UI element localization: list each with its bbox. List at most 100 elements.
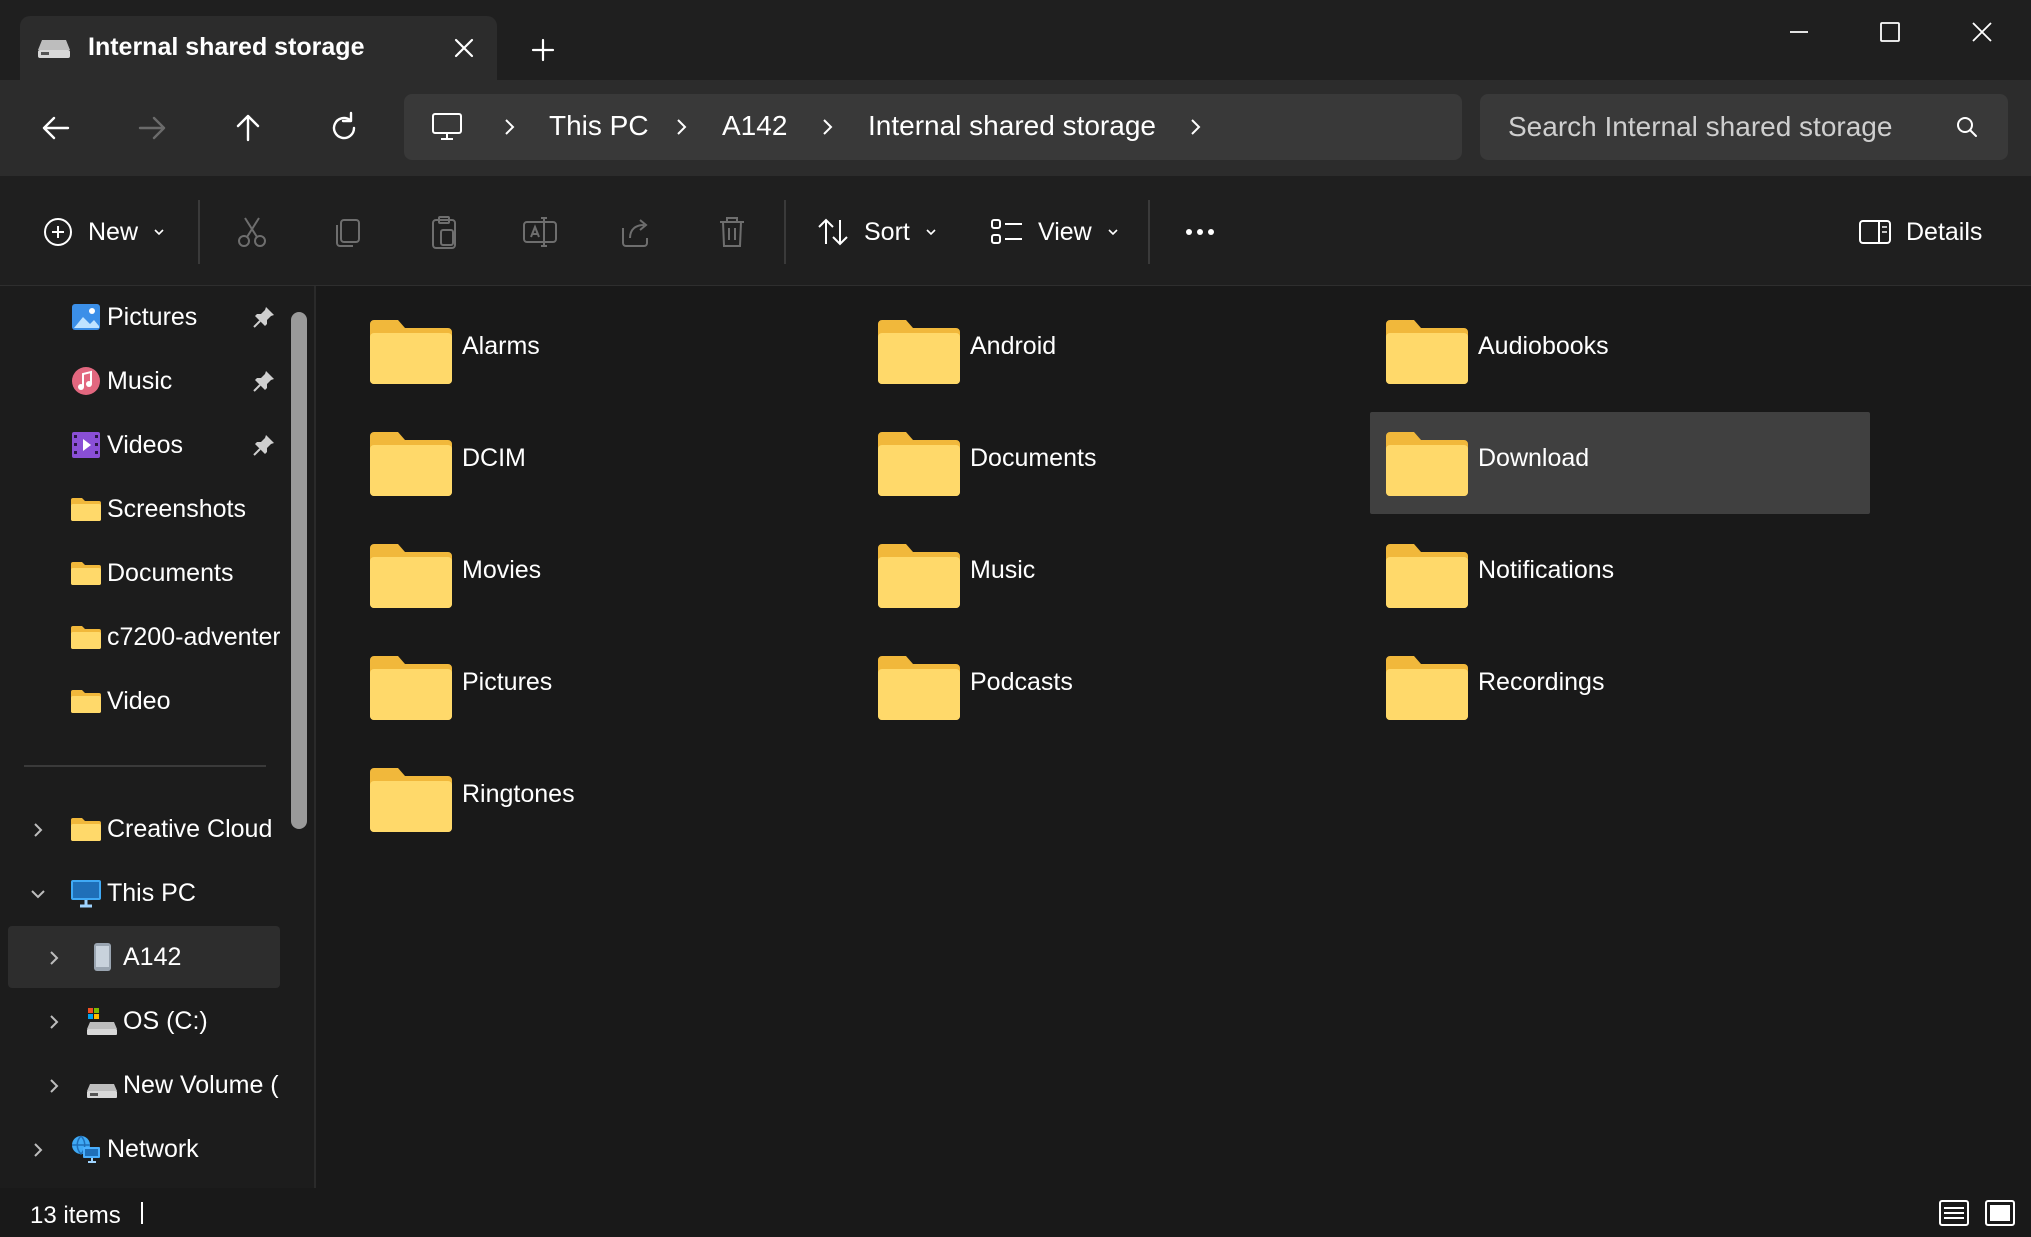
sidebar-item-label: This PC [107,879,196,907]
tiles-view-icon[interactable] [1984,1198,2016,1228]
pin-icon[interactable] [252,433,276,457]
close-tab-icon[interactable] [448,32,480,64]
details-pane-icon [1859,220,1891,244]
folder-item[interactable]: Download [1370,412,1870,514]
sidebar-item-label: Pictures [107,303,198,331]
sidebar-scrollbar[interactable] [291,312,307,1114]
maximize-icon[interactable] [1864,12,1916,52]
search-icon[interactable] [1954,114,1980,140]
chevron-right-icon[interactable] [1184,116,1206,138]
back-arrow-icon[interactable] [30,102,82,154]
scrollbar-thumb[interactable] [291,312,307,829]
folder-icon [370,544,452,608]
folder-item[interactable]: Notifications [1370,524,1870,626]
view-button[interactable]: View [990,204,1120,260]
search-box[interactable] [1480,94,2008,160]
sidebar-item-documents[interactable]: Documents [8,542,280,604]
sidebar-item-a142[interactable]: A142 [8,926,280,988]
sidebar-item-creative-cloud[interactable]: Creative Cloud F [8,798,280,860]
folder-name: DCIM [462,444,526,472]
folder-item[interactable]: Ringtones [354,748,854,850]
pin-icon[interactable] [252,305,276,329]
sidebar-item-label: Network [107,1135,199,1163]
chevron-right-icon[interactable] [28,1140,48,1160]
sidebar-item-os-c[interactable]: OS (C:) [8,990,280,1052]
folder-item[interactable]: Audiobooks [1370,300,1870,402]
cut-icon[interactable] [232,212,272,252]
computer-icon [432,113,462,140]
folder-icon [1386,544,1468,608]
up-arrow-icon[interactable] [222,102,274,154]
folder-name: Pictures [462,668,553,696]
rename-icon[interactable] [520,212,560,252]
chevron-right-icon[interactable] [498,116,520,138]
divider [24,765,266,767]
folder-name: Audiobooks [1478,332,1609,360]
details-label: Details [1906,217,1983,246]
tab-internal-shared-storage[interactable]: Internal shared storage [20,16,497,80]
sidebar-item-this-pc[interactable]: This PC [8,862,280,924]
new-tab-icon[interactable] [523,30,563,70]
forward-arrow-icon[interactable] [126,102,178,154]
minimize-icon[interactable] [1773,12,1825,52]
folder-item[interactable]: DCIM [354,412,854,514]
sidebar-item-c7200-adventerp[interactable]: c7200-adventerp [8,606,280,668]
address-bar[interactable]: This PC A142 Internal shared storage [404,94,1462,160]
folder-item[interactable]: Music [862,524,1362,626]
sort-button[interactable]: Sort [816,204,938,260]
pin-icon[interactable] [252,369,276,393]
breadcrumb-this-pc[interactable]: This PC [549,110,649,142]
sidebar-item-music[interactable]: Music [8,350,280,412]
folder-icon [370,768,452,832]
copy-icon[interactable] [328,212,368,252]
sidebar-item-screenshots[interactable]: Screenshots [8,478,280,540]
new-button[interactable]: New [42,204,166,260]
folder-icon [1386,432,1468,496]
folder-name: Recordings [1478,668,1605,696]
folder-name: Movies [462,556,542,584]
sidebar-item-video[interactable]: Video [8,670,280,732]
refresh-icon[interactable] [318,102,370,154]
folder-icon [878,432,960,496]
delete-icon[interactable] [712,212,752,252]
folder-name: Alarms [462,332,540,360]
chevron-down-icon[interactable] [28,884,48,904]
chevron-right-icon[interactable] [28,820,48,840]
share-icon[interactable] [616,212,656,252]
folder-icon [71,626,101,649]
item-count: 13 items [30,1202,121,1229]
folder-item[interactable]: Recordings [1370,636,1870,738]
more-options-icon[interactable] [1180,212,1220,252]
sidebar-item-network[interactable]: Network [8,1118,280,1180]
breadcrumb-internal-shared-storage[interactable]: Internal shared storage [868,110,1156,142]
folder-icon [71,498,101,521]
chevron-down-icon [1108,229,1118,236]
details-button[interactable]: Details [1858,204,1982,260]
details-view-icon[interactable] [1938,1198,1970,1228]
folder-item[interactable]: Android [862,300,1362,402]
sidebar-item-videos[interactable]: Videos [8,414,280,476]
chevron-right-icon[interactable] [44,948,64,968]
folder-item[interactable]: Documents [862,412,1362,514]
search-input[interactable] [1508,104,1948,150]
folder-view: Alarms Android Audiobooks DCIM Documents Down… [318,286,2031,1188]
chevron-right-icon[interactable] [670,116,692,138]
chevron-right-icon[interactable] [44,1076,64,1096]
close-window-icon[interactable] [1956,12,2008,52]
sidebar-item-pictures[interactable]: Pictures [8,286,280,348]
paste-icon[interactable] [424,212,464,252]
sidebar-item-new-volume[interactable]: New Volume (D [8,1054,280,1116]
folder-item[interactable]: Podcasts [862,636,1362,738]
divider [1148,200,1150,264]
folder-icon [1386,656,1468,720]
folder-item[interactable]: Movies [354,524,854,626]
folder-icon [370,320,452,384]
folder-item[interactable]: Alarms [354,300,854,402]
chevron-right-icon[interactable] [816,116,838,138]
folder-name: Download [1478,444,1590,472]
breadcrumb-a142[interactable]: A142 [722,110,787,142]
title-bar: Internal shared storage [0,0,2031,80]
folder-icon [878,544,960,608]
chevron-right-icon[interactable] [44,1012,64,1032]
folder-item[interactable]: Pictures [354,636,854,738]
